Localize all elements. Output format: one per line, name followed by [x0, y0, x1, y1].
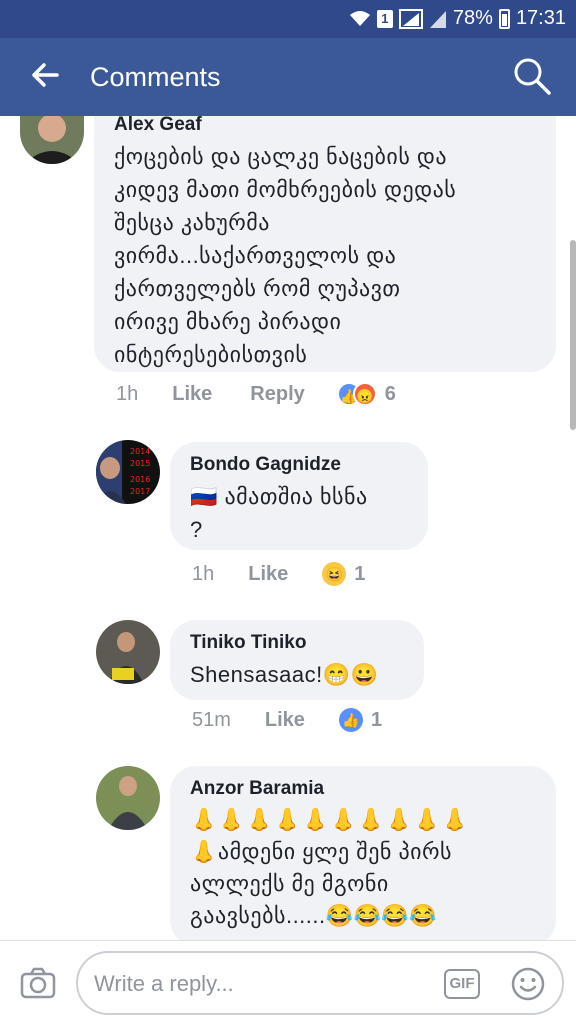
reply-composer: Write a reply... GIF: [0, 940, 576, 1024]
comment-bubble[interactable]: Tiniko Tiniko Shensasaac!😁😀: [170, 620, 424, 700]
gif-button[interactable]: GIF: [444, 969, 480, 999]
battery-icon: [498, 8, 510, 29]
app-bar: Comments: [0, 38, 576, 116]
status-bar: 1 78% 17:31: [0, 0, 576, 38]
signal-icon: [398, 8, 423, 29]
comment-actions: 51m Like 👍 1: [192, 708, 382, 732]
like-reaction-icon: 👍: [338, 708, 363, 732]
comment-time: 51m: [192, 708, 231, 731]
comment-bubble[interactable]: Bondo Gagnidze 🇷🇺 ამათშია ხსნა ?: [170, 442, 428, 550]
avatar[interactable]: [20, 116, 84, 164]
comment-author[interactable]: Alex Geaf: [114, 116, 536, 136]
signal-icon-2: [429, 10, 446, 28]
avatar-year-label: 2017: [130, 487, 150, 496]
reaction-count: 1: [370, 708, 383, 731]
back-arrow-icon[interactable]: [30, 60, 60, 90]
comment-author[interactable]: Tiniko Tiniko: [190, 632, 404, 654]
reply-placeholder: Write a reply...: [94, 971, 234, 996]
page-title: Comments: [90, 62, 221, 92]
comments-feed[interactable]: Alex Geaf ქოცების და ცალკე ნაცების და კი…: [0, 116, 576, 940]
comment-time: 1h: [116, 382, 139, 405]
reaction-count: 1: [354, 562, 366, 585]
haha-reaction-icon: 😆: [322, 562, 347, 586]
avatar[interactable]: 2014 2015 2016 2017: [96, 440, 160, 504]
sticker-icon[interactable]: [510, 966, 546, 1002]
comment-text: 🇷🇺 ამათშია ხსნა ?: [190, 484, 368, 542]
avatar-year-label: 2015: [130, 459, 150, 468]
comment-author[interactable]: Anzor Baramia: [190, 778, 536, 800]
search-icon[interactable]: [512, 56, 552, 96]
reactions[interactable]: 👍 1: [338, 708, 383, 732]
comment-time: 1h: [192, 562, 215, 585]
avatar[interactable]: [96, 620, 160, 684]
avatar-photo: [96, 766, 160, 830]
sim-icon: 1: [376, 9, 393, 28]
comment-bubble[interactable]: Alex Geaf ქოცების და ცალკე ნაცების და კი…: [94, 116, 556, 372]
battery-percent: 78%: [452, 7, 493, 29]
reply-input[interactable]: Write a reply... GIF: [76, 951, 564, 1015]
clock: 17:31: [515, 7, 566, 29]
scrollbar[interactable]: [570, 240, 576, 430]
avatar-year-label: 2016: [130, 475, 150, 484]
angry-reaction-icon: 😠: [352, 382, 377, 406]
avatar-photo: [96, 620, 160, 684]
comment-bubble[interactable]: Anzor Baramia 👃👃👃👃👃👃👃👃👃👃 👃ამდენი ყლე შენ…: [170, 766, 556, 940]
like-button[interactable]: Like: [265, 709, 305, 732]
reaction-count: 6: [384, 382, 396, 405]
avatar[interactable]: [96, 766, 160, 830]
comment-text: Shensasaac!😁😀: [190, 662, 379, 687]
avatar-photo: [20, 116, 84, 164]
reply-button[interactable]: Reply: [250, 383, 304, 406]
avatar-photo: 2014 2015 2016 2017: [96, 440, 160, 504]
camera-icon[interactable]: [20, 966, 56, 1000]
reactions[interactable]: 😆 1: [322, 562, 365, 586]
like-button[interactable]: Like: [172, 383, 212, 406]
comment-actions: 1h Like Reply 👍 😠 6: [116, 382, 396, 406]
comment-actions: 1h Like 😆 1: [192, 562, 365, 586]
comment-author[interactable]: Bondo Gagnidze: [190, 454, 408, 476]
like-button[interactable]: Like: [248, 563, 288, 586]
avatar-year-label: 2014: [130, 447, 150, 456]
wifi-icon: [349, 10, 370, 26]
comment-text: ქოცების და ცალკე ნაცების და კიდევ მათი მ…: [114, 144, 457, 367]
comment-text: 👃👃👃👃👃👃👃👃👃👃 👃ამდენი ყლე შენ პირს ალლექს მ…: [190, 807, 469, 928]
reactions[interactable]: 👍 😠 6: [336, 382, 396, 406]
